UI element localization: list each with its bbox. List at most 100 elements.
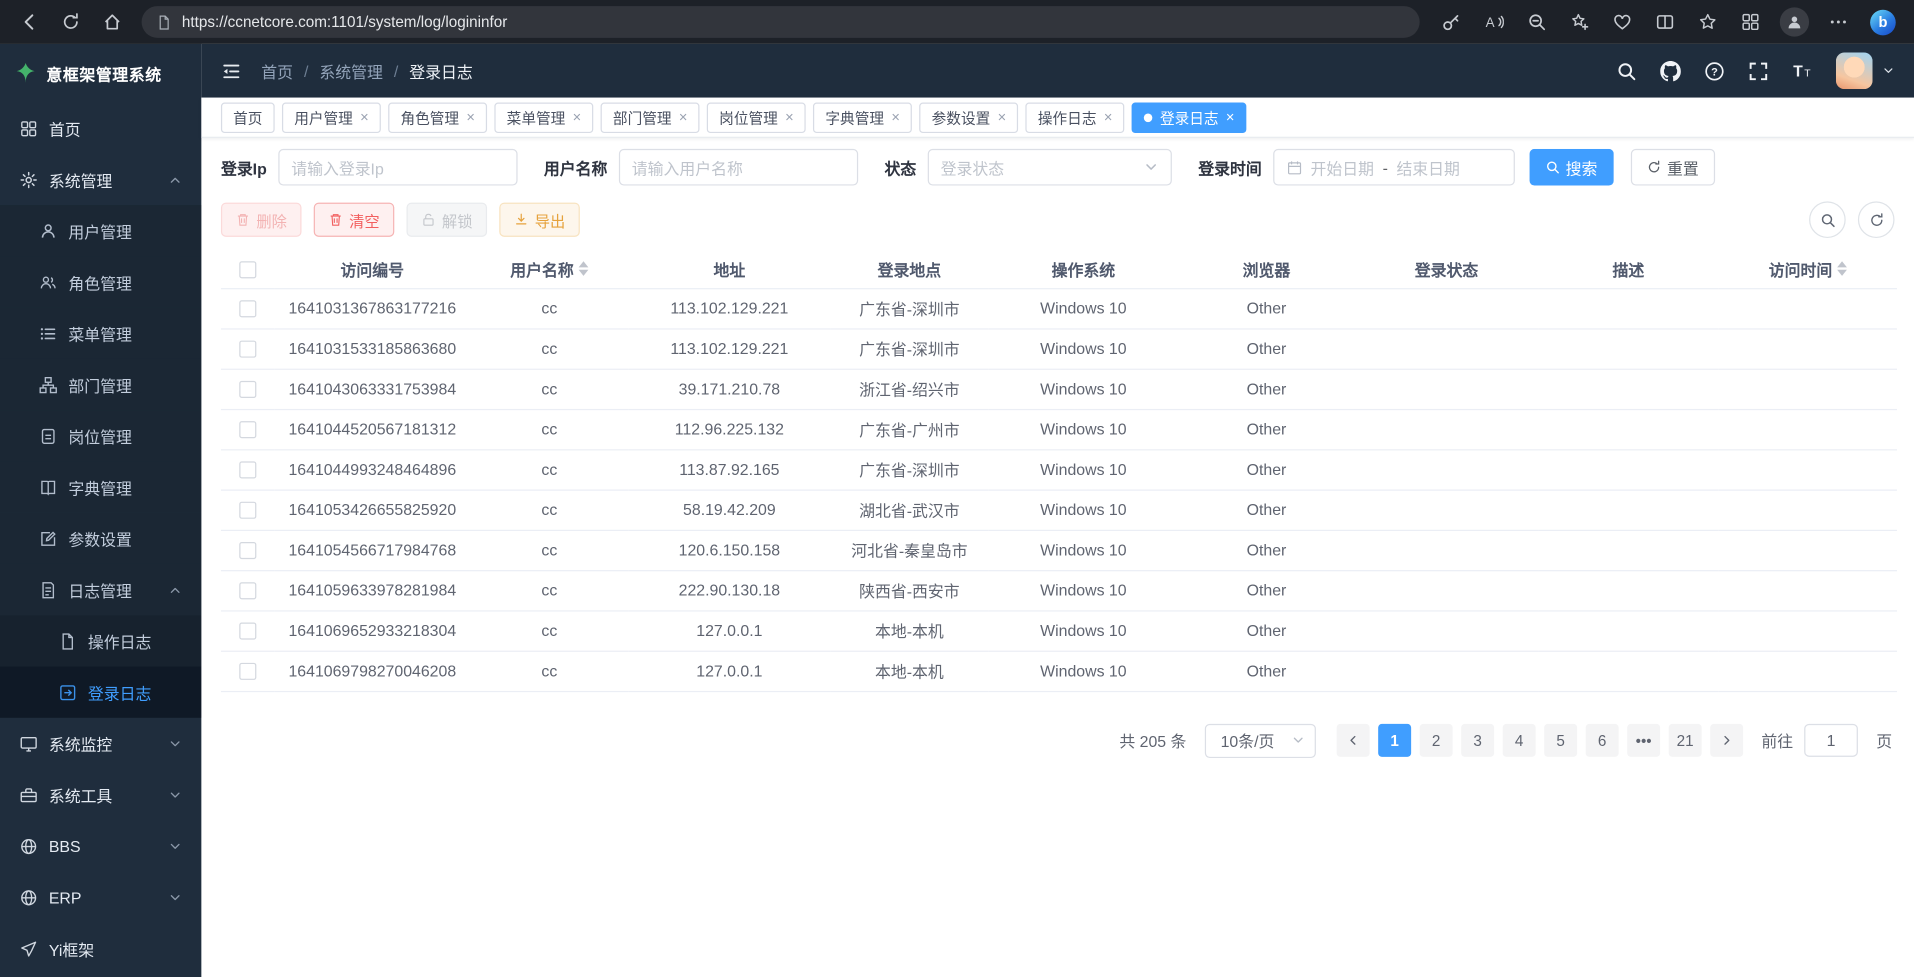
avatar-dropdown-icon[interactable] bbox=[1882, 65, 1894, 77]
browser-essentials-icon[interactable] bbox=[1603, 5, 1642, 39]
sidebar-item-yi[interactable]: Yi框架 bbox=[0, 923, 201, 974]
close-tab-icon[interactable]: × bbox=[679, 110, 688, 125]
page-button-3[interactable]: 3 bbox=[1461, 724, 1494, 757]
tab-dept[interactable]: 部门管理× bbox=[601, 102, 700, 133]
sidebar-item-menu[interactable]: 菜单管理 bbox=[0, 308, 201, 359]
sidebar-item-erp[interactable]: ERP bbox=[0, 872, 201, 923]
home-icon[interactable] bbox=[93, 5, 132, 39]
tab-role[interactable]: 角色管理× bbox=[388, 102, 487, 133]
delete-button[interactable]: 删除 bbox=[221, 203, 302, 237]
font-size-icon[interactable]: TT bbox=[1792, 60, 1813, 81]
collections-icon[interactable] bbox=[1731, 5, 1770, 39]
zoom-icon[interactable] bbox=[1517, 5, 1556, 39]
user-avatar[interactable] bbox=[1836, 52, 1873, 89]
sidebar-item-bbs[interactable]: BBS bbox=[0, 820, 201, 871]
login-ip-input[interactable]: 请输入登录Ip bbox=[278, 149, 517, 186]
tab-post[interactable]: 岗位管理× bbox=[707, 102, 806, 133]
row-checkbox[interactable] bbox=[239, 462, 256, 479]
address-bar[interactable]: https://ccnetcore.com:1101/system/log/lo… bbox=[142, 6, 1420, 38]
row-checkbox[interactable] bbox=[239, 421, 256, 438]
collapse-menu-icon[interactable] bbox=[221, 60, 242, 81]
add-favorite-icon[interactable] bbox=[1560, 5, 1599, 39]
status-select[interactable]: 登录状态 bbox=[927, 149, 1171, 186]
next-page-button[interactable] bbox=[1710, 724, 1743, 757]
bing-logo[interactable]: b bbox=[1870, 9, 1896, 35]
favorites-icon[interactable] bbox=[1688, 5, 1727, 39]
sidebar-item-log[interactable]: 日志管理 bbox=[0, 564, 201, 615]
page-button-2[interactable]: 2 bbox=[1420, 724, 1453, 757]
tab-user[interactable]: 用户管理× bbox=[282, 102, 381, 133]
row-checkbox[interactable] bbox=[239, 341, 256, 358]
tab-menu[interactable]: 菜单管理× bbox=[494, 102, 593, 133]
password-key-icon[interactable] bbox=[1432, 5, 1471, 39]
tab-param[interactable]: 参数设置× bbox=[919, 102, 1018, 133]
back-icon[interactable] bbox=[10, 5, 49, 39]
close-tab-icon[interactable]: × bbox=[466, 110, 475, 125]
sidebar-item-user[interactable]: 用户管理 bbox=[0, 205, 201, 256]
goto-page-input[interactable] bbox=[1804, 724, 1858, 757]
browser-profile-avatar[interactable] bbox=[1780, 7, 1809, 36]
sidebar-item-tools[interactable]: 系统工具 bbox=[0, 769, 201, 820]
breadcrumb-item[interactable]: 首页 bbox=[261, 59, 293, 82]
page-button-6[interactable]: 6 bbox=[1586, 724, 1619, 757]
clear-button[interactable]: 清空 bbox=[314, 203, 395, 237]
help-icon[interactable]: ? bbox=[1704, 60, 1725, 81]
row-checkbox[interactable] bbox=[239, 301, 256, 318]
sidebar-item-role[interactable]: 角色管理 bbox=[0, 256, 201, 307]
sidebar-item-home[interactable]: 首页 bbox=[0, 103, 201, 154]
column-header[interactable]: 用户名称 bbox=[470, 250, 629, 288]
tab-home[interactable]: 首页 bbox=[221, 102, 275, 133]
close-tab-icon[interactable]: × bbox=[1226, 110, 1235, 125]
prev-page-button[interactable] bbox=[1337, 724, 1370, 757]
tab-operlog[interactable]: 操作日志× bbox=[1026, 102, 1125, 133]
row-checkbox[interactable] bbox=[239, 542, 256, 559]
select-all-checkbox[interactable] bbox=[239, 261, 256, 278]
refresh-icon[interactable] bbox=[51, 5, 90, 39]
toggle-search-button[interactable] bbox=[1809, 201, 1846, 238]
date-range-picker[interactable]: 开始日期 - 结束日期 bbox=[1273, 149, 1515, 186]
row-checkbox[interactable] bbox=[239, 583, 256, 600]
sidebar-item-loginlog[interactable]: 登录日志 bbox=[0, 667, 201, 718]
site-info-icon[interactable] bbox=[156, 14, 172, 30]
github-icon[interactable] bbox=[1660, 60, 1681, 81]
row-checkbox[interactable] bbox=[239, 381, 256, 398]
sidebar-item-monitor[interactable]: 系统监控 bbox=[0, 718, 201, 769]
close-tab-icon[interactable]: × bbox=[998, 110, 1007, 125]
row-checkbox[interactable] bbox=[239, 502, 256, 519]
read-aloud-icon[interactable]: A bbox=[1475, 5, 1514, 39]
close-tab-icon[interactable]: × bbox=[360, 110, 369, 125]
settings-menu-icon[interactable] bbox=[1819, 5, 1858, 39]
sidebar-item-operlog[interactable]: 操作日志 bbox=[0, 615, 201, 666]
page-button-21[interactable]: 21 bbox=[1669, 724, 1702, 757]
close-tab-icon[interactable]: × bbox=[891, 110, 900, 125]
page-button-5[interactable]: 5 bbox=[1544, 724, 1577, 757]
close-tab-icon[interactable]: × bbox=[785, 110, 794, 125]
row-checkbox[interactable] bbox=[239, 663, 256, 680]
breadcrumb-item[interactable]: 系统管理 bbox=[319, 59, 382, 82]
search-button[interactable]: 搜索 bbox=[1529, 149, 1613, 186]
sidebar-item-dict[interactable]: 字典管理 bbox=[0, 461, 201, 512]
header-search-icon[interactable] bbox=[1616, 60, 1637, 81]
tab-loginlog[interactable]: 登录日志× bbox=[1132, 102, 1247, 133]
column-header[interactable]: 访问时间 bbox=[1719, 250, 1897, 288]
unlock-button[interactable]: 解锁 bbox=[407, 203, 488, 237]
split-screen-icon[interactable] bbox=[1646, 5, 1685, 39]
export-button[interactable]: 导出 bbox=[499, 203, 580, 237]
sidebar-item-param[interactable]: 参数设置 bbox=[0, 513, 201, 564]
row-checkbox[interactable] bbox=[239, 623, 256, 640]
sidebar-item-dept[interactable]: 部门管理 bbox=[0, 359, 201, 410]
page-button-4[interactable]: 4 bbox=[1503, 724, 1536, 757]
reset-button[interactable]: 重置 bbox=[1630, 149, 1714, 186]
close-tab-icon[interactable]: × bbox=[1104, 110, 1113, 125]
sidebar-item-system[interactable]: 系统管理 bbox=[0, 154, 201, 205]
sort-icon[interactable] bbox=[579, 262, 589, 277]
username-input[interactable]: 请输入用户名称 bbox=[618, 149, 857, 186]
sort-icon[interactable] bbox=[1837, 262, 1847, 277]
tab-dict[interactable]: 字典管理× bbox=[813, 102, 912, 133]
fullscreen-icon[interactable] bbox=[1748, 60, 1769, 81]
close-tab-icon[interactable]: × bbox=[573, 110, 582, 125]
sidebar-item-post[interactable]: 岗位管理 bbox=[0, 410, 201, 461]
pagination-ellipsis[interactable]: ••• bbox=[1627, 724, 1660, 757]
page-button-1[interactable]: 1 bbox=[1378, 724, 1411, 757]
refresh-table-button[interactable] bbox=[1858, 201, 1895, 238]
